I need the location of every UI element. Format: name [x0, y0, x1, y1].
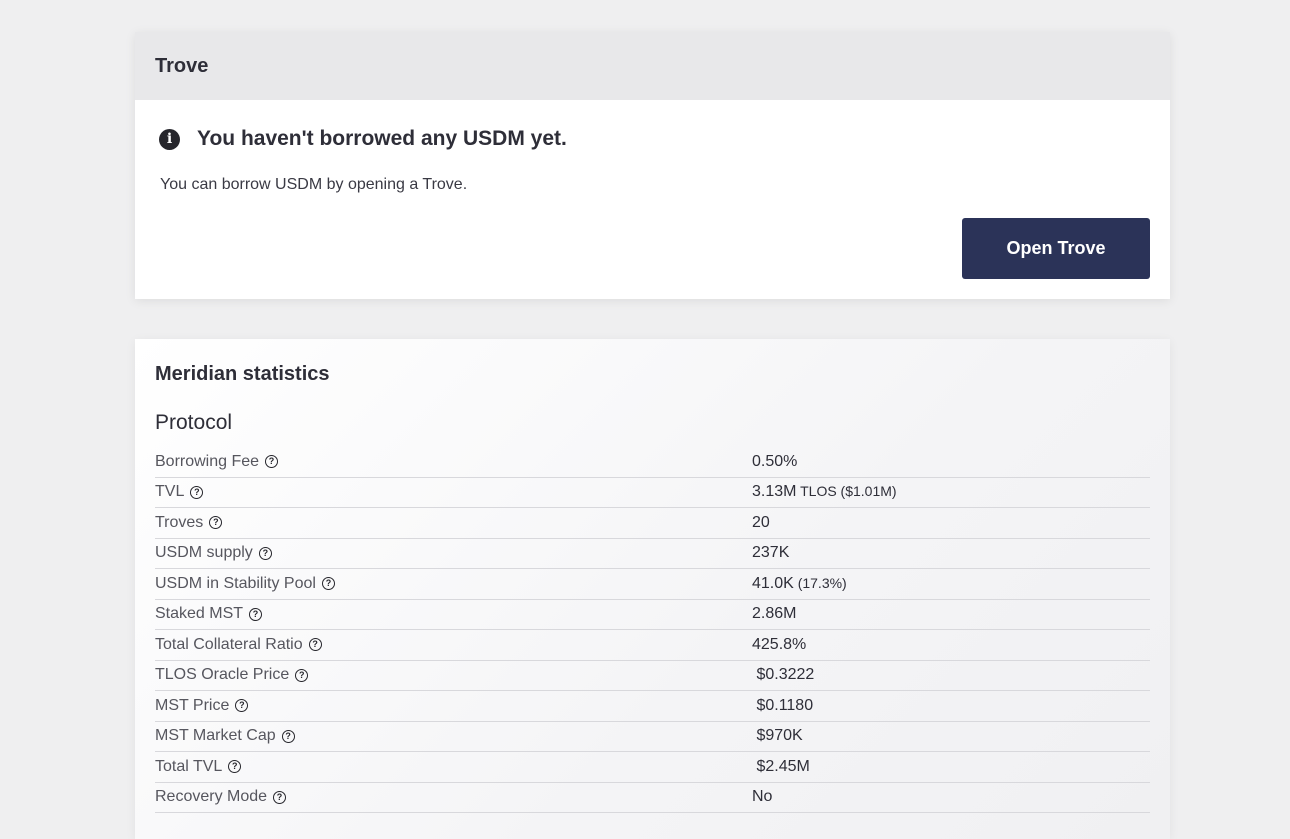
trove-header: Trove	[135, 32, 1170, 100]
stat-row-tvl: TVL? 3.13M TLOS ($1.01M)	[155, 478, 1150, 508]
stat-value: 2.86M	[752, 605, 797, 623]
question-circle-icon[interactable]: ?	[209, 516, 223, 530]
stats-title: Meridian statistics	[155, 363, 330, 385]
stat-row-borrowing-fee: Borrowing Fee? 0.50%	[155, 447, 1150, 478]
stat-value: $0.1180	[752, 696, 814, 714]
question-circle-icon[interactable]: ?	[265, 455, 279, 469]
open-trove-button[interactable]: Open Trove	[962, 218, 1150, 279]
stat-value: 425.8%	[752, 635, 807, 653]
stat-row-mst-price: MST Price? $0.1180	[155, 691, 1150, 722]
question-circle-icon[interactable]: ?	[235, 699, 249, 713]
stat-value: 3.13M TLOS ($1.01M)	[752, 483, 897, 501]
stat-value: 237K	[752, 544, 790, 562]
stat-row-troves: Troves? 20	[155, 508, 1150, 539]
stat-row-total-tvl: Total TVL? $2.45M	[155, 752, 1150, 783]
notice-title: You haven't borrowed any USDM yet.	[197, 127, 567, 150]
question-circle-icon[interactable]: ?	[258, 546, 272, 560]
stat-row-recovery-mode: Recovery Mode? No	[155, 783, 1150, 813]
stat-label: Total Collateral Ratio	[155, 635, 303, 653]
question-circle-icon[interactable]: ?	[273, 790, 287, 804]
stat-row-tlos-oracle-price: TLOS Oracle Price? $0.3222	[155, 661, 1150, 691]
stat-label: TLOS Oracle Price	[155, 666, 290, 684]
section-title-protocol: Protocol	[155, 411, 233, 434]
question-circle-icon[interactable]: ?	[295, 668, 309, 682]
stat-value: $0.3222	[752, 666, 815, 684]
stats-table: Borrowing Fee? 0.50% TVL? 3.13M TLOS ($1…	[155, 447, 1150, 813]
stat-label: Recovery Mode	[155, 788, 268, 806]
question-circle-icon[interactable]: ?	[321, 577, 335, 591]
stat-row-staked-mst: Staked MST? 2.86M	[155, 600, 1150, 630]
question-circle-icon[interactable]: ?	[228, 760, 242, 774]
question-circle-icon[interactable]: ?	[190, 485, 204, 499]
stats-card: Meridian statistics Protocol Borrowing F…	[135, 339, 1170, 839]
stat-label: MST Market Cap	[155, 727, 276, 745]
trove-card: Trove i You haven't borrowed any USDM ye…	[135, 32, 1170, 299]
stat-value: 0.50%	[752, 452, 798, 470]
question-circle-icon[interactable]: ?	[308, 638, 322, 652]
stat-label: USDM supply	[155, 544, 253, 562]
stat-value: $970K	[752, 727, 803, 745]
notice-text: You can borrow USDM by opening a Trove.	[160, 176, 468, 193]
stat-row-usdm-supply: USDM supply? 237K	[155, 539, 1150, 569]
stat-value: $2.45M	[752, 757, 810, 775]
stat-row-total-collateral-ratio: Total Collateral Ratio? 425.8%	[155, 630, 1150, 661]
notice-row: i You haven't borrowed any USDM yet.	[159, 127, 567, 151]
question-circle-icon[interactable]: ?	[249, 607, 263, 621]
stat-value: 41.0K (17.3%)	[752, 574, 847, 592]
info-circle-icon: i	[159, 128, 180, 150]
stat-label: Total TVL	[155, 757, 223, 775]
stat-value: No	[752, 788, 773, 806]
stat-value: 20	[752, 513, 770, 531]
stat-row-usdm-stability-pool: USDM in Stability Pool? 41.0K (17.3%)	[155, 569, 1150, 600]
stat-label: Staked MST	[155, 605, 244, 623]
stat-label: Borrowing Fee	[155, 452, 260, 470]
stat-label: USDM in Stability Pool	[155, 574, 316, 592]
question-circle-icon[interactable]: ?	[281, 729, 295, 743]
stat-row-mst-market-cap: MST Market Cap? $970K	[155, 722, 1150, 752]
stat-label: Troves	[155, 513, 204, 531]
stat-label: TVL	[155, 483, 185, 501]
stat-label: MST Price	[155, 696, 230, 714]
